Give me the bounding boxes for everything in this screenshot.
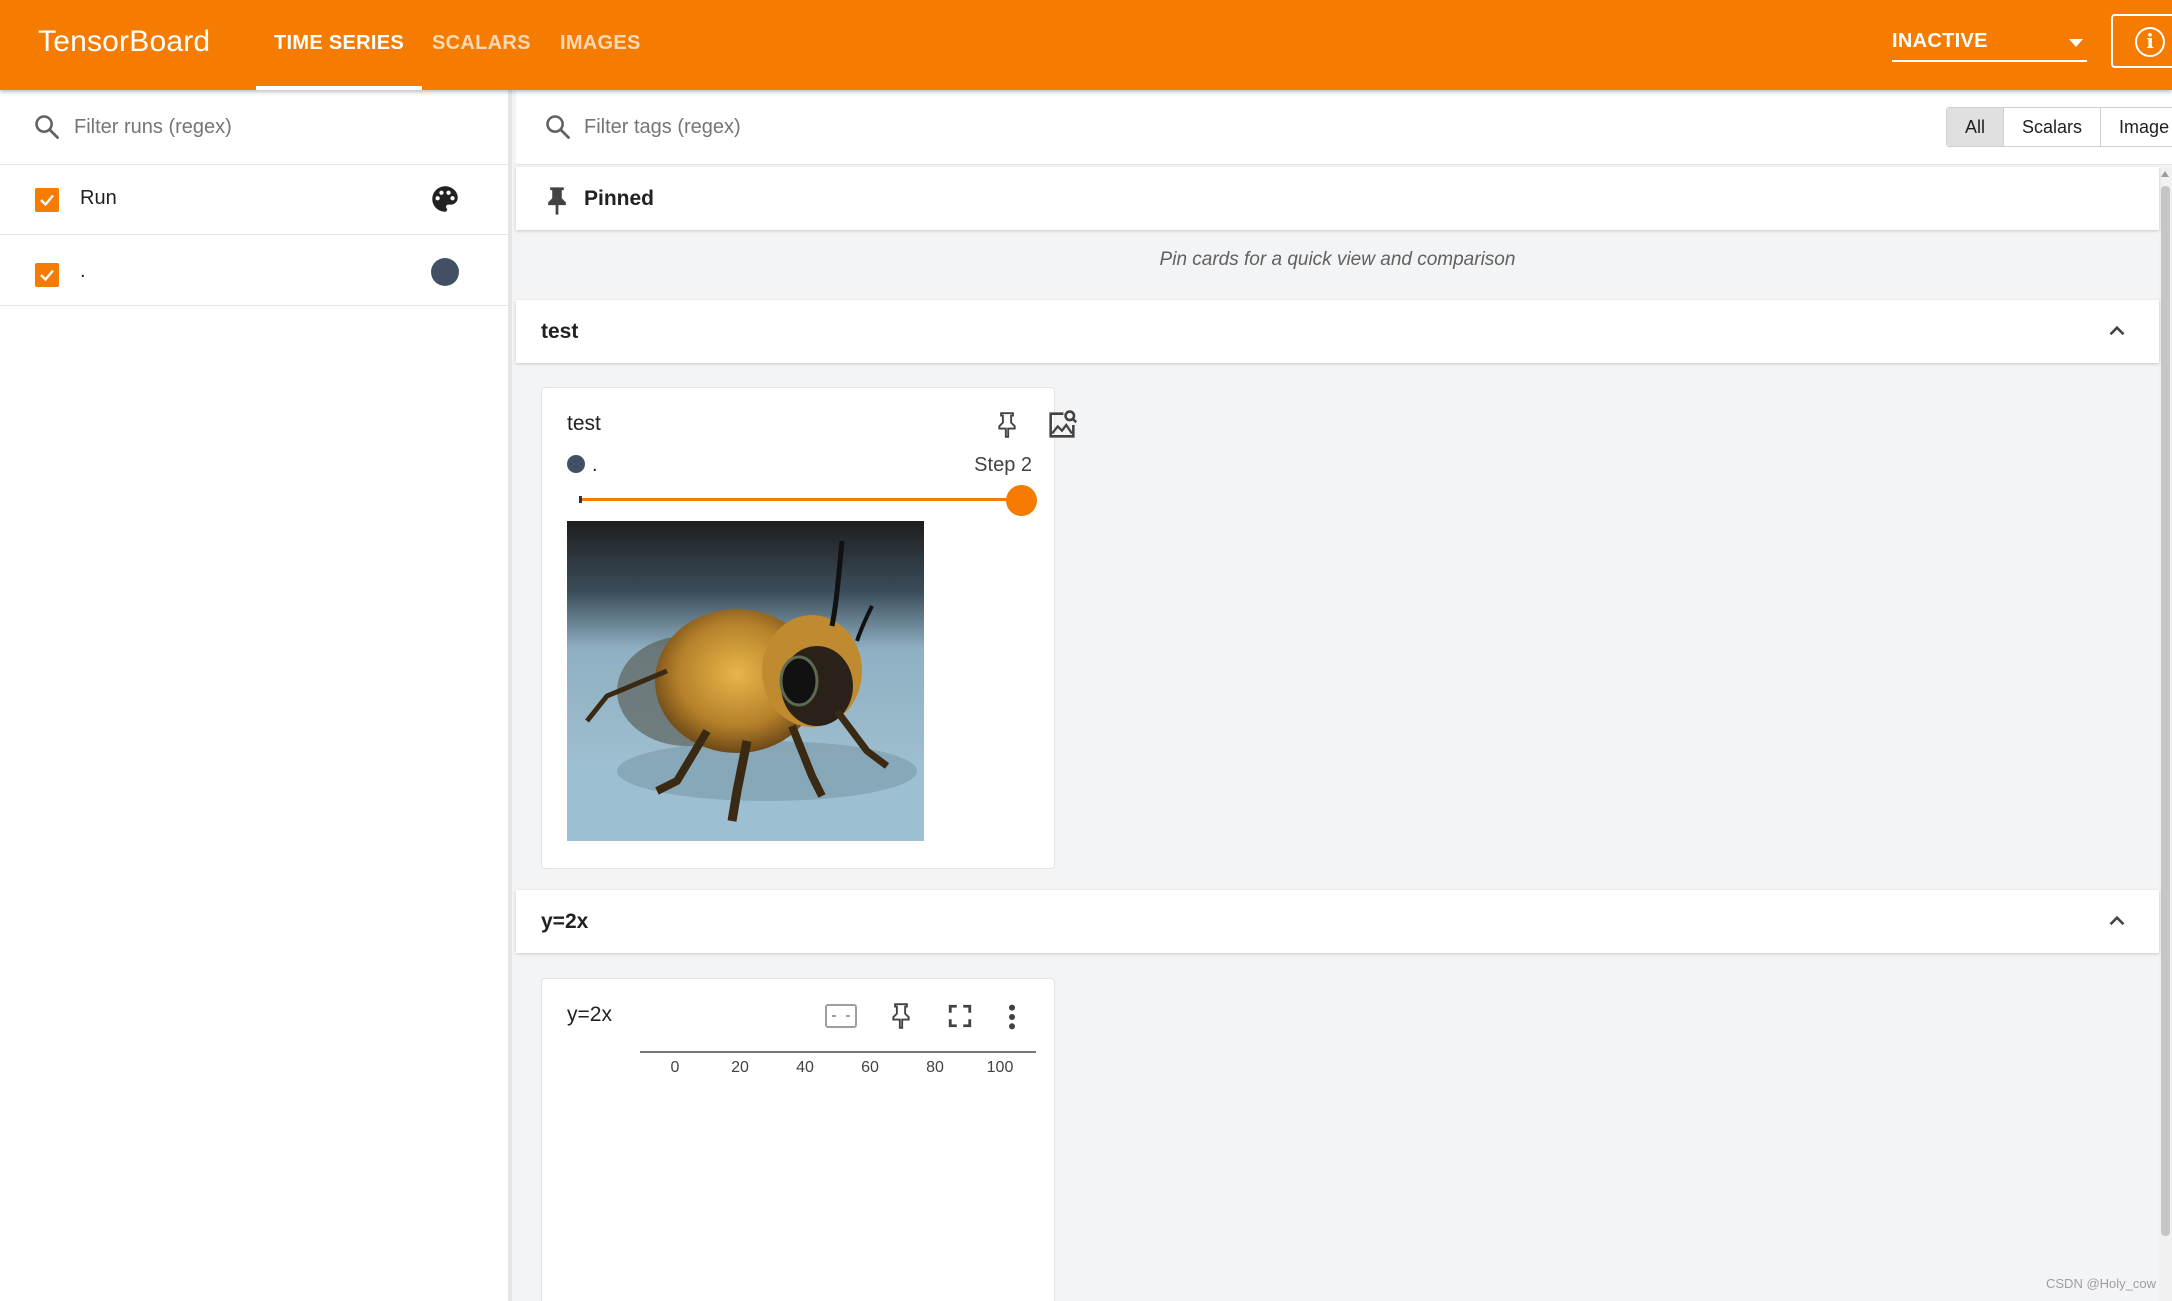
runs-column-label: Run	[80, 187, 117, 209]
x-tick-label: 20	[731, 1059, 749, 1076]
card-run-name: .	[592, 454, 598, 476]
group-header-y2x[interactable]: y=2x	[516, 890, 2159, 953]
x-tick-label: 80	[926, 1059, 944, 1076]
tag-filter-input[interactable]	[584, 108, 1284, 146]
group-name: y=2x	[541, 910, 589, 933]
run-filter	[0, 90, 508, 165]
info-button[interactable]: i	[2111, 14, 2172, 68]
fit-domain-icon[interactable]	[824, 1001, 858, 1031]
scrollbar-thumb[interactable]	[2161, 186, 2170, 1236]
pin-icon[interactable]	[891, 1003, 911, 1029]
reload-status-label: INACTIVE	[1892, 30, 1988, 52]
pin-icon	[548, 187, 566, 215]
type-filter-scalars[interactable]: Scalars	[2004, 108, 2102, 146]
runs-header-row: Run	[0, 165, 508, 235]
run-color-swatch[interactable]	[431, 258, 459, 286]
more-vert-icon[interactable]	[1005, 1003, 1019, 1031]
checkmark-icon	[40, 194, 54, 207]
step-slider-track[interactable]	[580, 498, 1022, 501]
bee-photo-illustration	[567, 521, 924, 841]
x-tick-label: 60	[861, 1059, 879, 1076]
image-zoom-icon[interactable]	[1045, 408, 1079, 442]
search-icon	[546, 115, 570, 139]
info-icon: i	[2135, 27, 2165, 57]
chevron-up-icon[interactable]	[2104, 318, 2130, 344]
run-filter-input[interactable]	[74, 108, 474, 146]
runs-sidebar: Run .	[0, 90, 512, 1301]
group-name: test	[541, 320, 579, 343]
watermark: CSDN @Holy_cow	[2046, 1276, 2156, 1291]
app-brand: TensorBoard	[38, 25, 211, 58]
type-filter-all[interactable]: All	[1947, 108, 2005, 146]
run-row[interactable]: .	[0, 236, 508, 306]
image-card: test . Step 2	[541, 387, 1078, 869]
tab-time-series[interactable]: TIME SERIES	[256, 0, 422, 90]
x-tick-label: 100	[986, 1059, 1014, 1076]
reload-status-dropdown[interactable]: INACTIVE	[1892, 22, 2087, 62]
type-filter-image[interactable]: Image	[2101, 108, 2172, 146]
pinned-section-header: Pinned	[516, 167, 2159, 230]
step-slider-thumb[interactable]	[1006, 485, 1037, 516]
select-all-runs-checkbox[interactable]	[35, 188, 59, 212]
search-icon	[35, 115, 59, 139]
x-axis-line	[640, 1051, 1036, 1053]
step-slider-start-mark	[579, 496, 582, 503]
dropdown-caret-icon	[2069, 39, 2083, 47]
scroll-up-arrow-icon[interactable]	[2161, 171, 2169, 177]
card-title: test	[567, 412, 601, 435]
pin-icon[interactable]	[997, 412, 1017, 438]
scalar-card: y=2x 0 20 40 60 80 100	[541, 978, 1055, 1301]
group-header-test[interactable]: test	[516, 300, 2159, 363]
main-scrollbar[interactable]	[2159, 168, 2172, 1301]
run-color-dot	[567, 455, 585, 473]
card-title: y=2x	[567, 1003, 612, 1026]
pinned-empty-message: Pin cards for a quick view and compariso…	[1159, 249, 1516, 270]
x-tick-label: 0	[670, 1059, 680, 1076]
palette-icon[interactable]	[428, 182, 462, 216]
checkmark-icon	[40, 269, 54, 282]
chevron-up-icon[interactable]	[2104, 908, 2130, 934]
tab-scalars[interactable]: SCALARS	[432, 0, 531, 90]
main-content: All Scalars Image Pinned Pin cards for a…	[516, 90, 2172, 1301]
top-app-bar: TensorBoard TIME SERIES SCALARS IMAGES I…	[0, 0, 2172, 90]
tab-images[interactable]: IMAGES	[560, 0, 641, 90]
type-filter-toggle: All Scalars Image	[1946, 107, 2172, 147]
step-label: Step 2	[974, 454, 1032, 476]
run-checkbox[interactable]	[35, 263, 59, 287]
x-tick-label: 40	[796, 1059, 814, 1076]
run-name: .	[80, 260, 86, 282]
pinned-title: Pinned	[584, 187, 655, 210]
fullscreen-icon[interactable]	[947, 1003, 973, 1029]
tag-filter-bar: All Scalars Image	[516, 90, 2172, 165]
tensorboard-page: TensorBoard TIME SERIES SCALARS IMAGES I…	[0, 0, 2172, 1301]
bee-image[interactable]	[567, 521, 924, 841]
